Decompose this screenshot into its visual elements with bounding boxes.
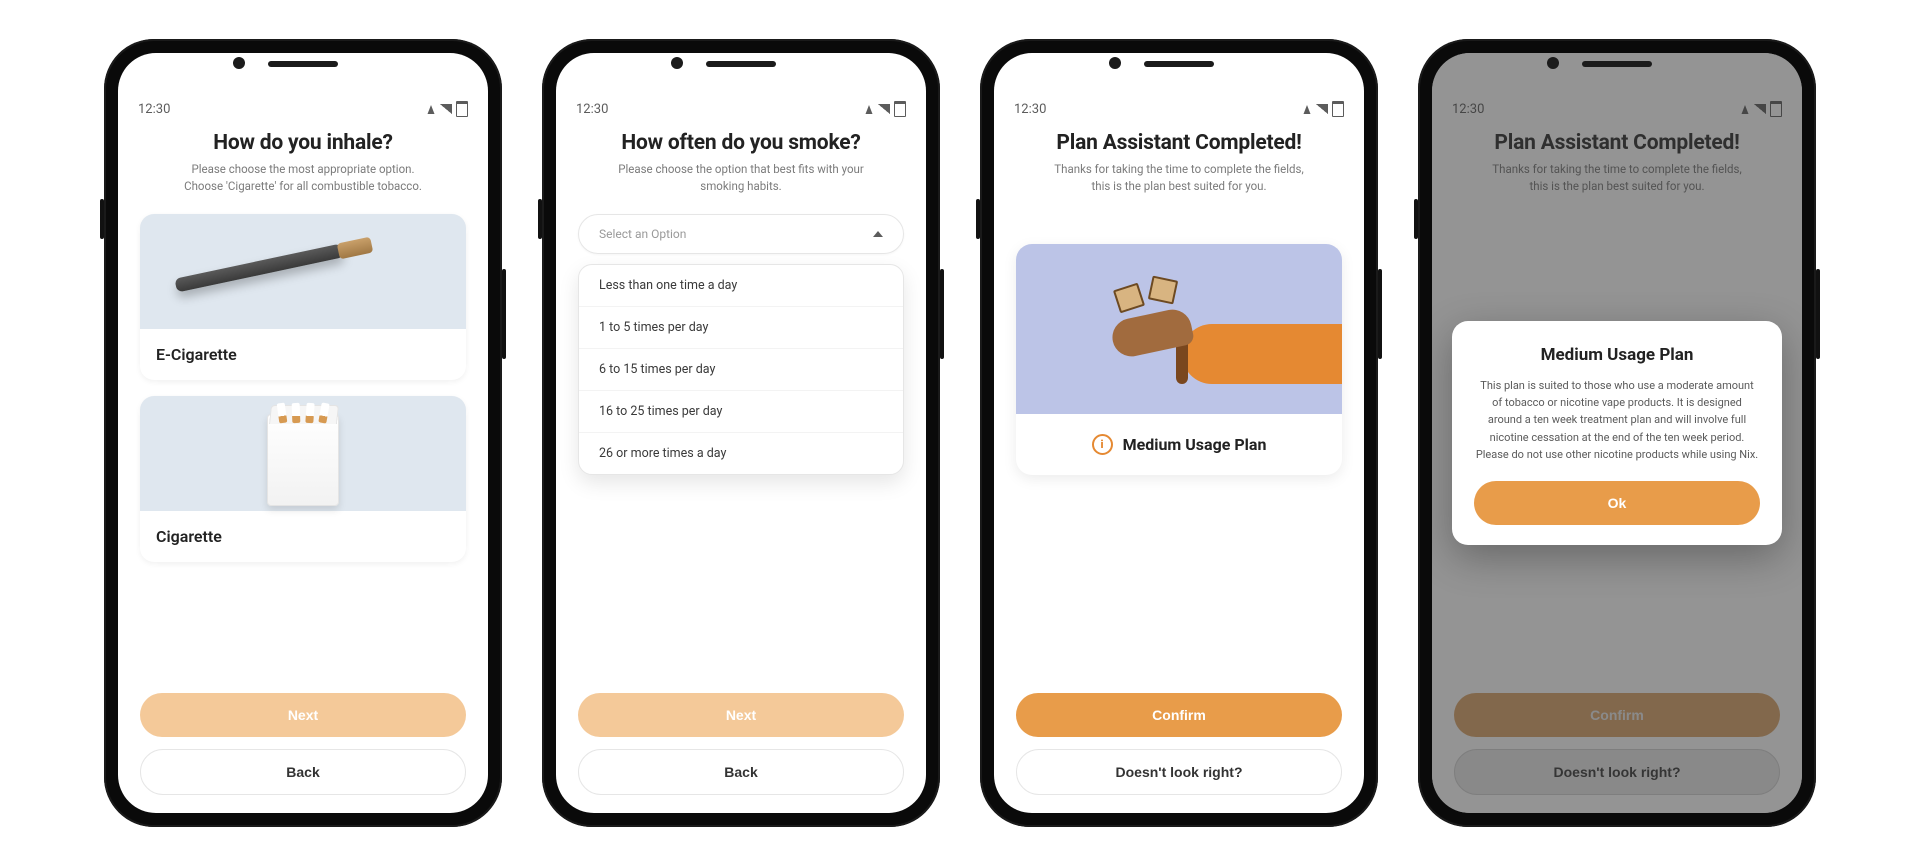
cigarette-pack-icon: [140, 396, 466, 511]
wifi-icon: [1304, 105, 1311, 114]
select-placeholder: Select an Option: [599, 227, 686, 241]
option-ecigarette[interactable]: E-Cigarette: [140, 214, 466, 380]
screen-1: 12:30 How do you inhale? Please choose t…: [118, 53, 488, 813]
dropdown-item[interactable]: 1 to 5 times per day: [579, 306, 903, 348]
status-icons: [1302, 101, 1344, 117]
option-label: Cigarette: [140, 511, 466, 562]
modal-title: Medium Usage Plan: [1474, 345, 1760, 365]
option-list: E-Cigarette Cigarette: [140, 214, 466, 562]
status-time: 12:30: [576, 102, 608, 117]
back-button[interactable]: Back: [578, 749, 904, 795]
content-3: Plan Assistant Completed! Thanks for tak…: [994, 121, 1364, 813]
status-icons: [426, 101, 468, 117]
phone-frame-2: 12:30 How often do you smoke? Please cho…: [542, 39, 940, 827]
page-title: Plan Assistant Completed!: [1016, 131, 1342, 155]
patch-icon: [1113, 283, 1145, 314]
info-icon: i: [1092, 434, 1113, 455]
back-button[interactable]: Back: [140, 749, 466, 795]
front-camera: [1547, 57, 1559, 69]
modal-ok-button[interactable]: Ok: [1474, 481, 1760, 525]
next-button[interactable]: Next: [578, 693, 904, 737]
page-header: How do you inhale? Please choose the mos…: [140, 121, 466, 194]
wifi-icon: [866, 105, 873, 114]
confirm-button[interactable]: Confirm: [1016, 693, 1342, 737]
option-label: E-Cigarette: [140, 329, 466, 380]
ecig-icon: [140, 214, 466, 329]
plan-title-row[interactable]: i Medium Usage Plan: [1016, 414, 1342, 475]
screen-2: 12:30 How often do you smoke? Please cho…: [556, 53, 926, 813]
modal-scrim[interactable]: Medium Usage Plan This plan is suited to…: [1432, 53, 1802, 813]
arm-icon: [1182, 324, 1342, 384]
status-time: 12:30: [1014, 102, 1046, 117]
phone-frame-3: 12:30 Plan Assistant Completed! Thanks f…: [980, 39, 1378, 827]
wifi-icon: [428, 105, 435, 114]
plan-card: i Medium Usage Plan: [1016, 244, 1342, 475]
earpiece: [1144, 61, 1214, 67]
page-title: How often do you smoke?: [578, 131, 904, 155]
plan-name: Medium Usage Plan: [1123, 435, 1267, 454]
dropdown-item[interactable]: Less than one time a day: [579, 265, 903, 306]
content-1: How do you inhale? Please choose the mos…: [118, 121, 488, 813]
status-icons: [864, 101, 906, 117]
chevron-up-icon: [873, 231, 883, 237]
frequency-dropdown: Less than one time a day 1 to 5 times pe…: [578, 264, 904, 475]
dropdown-item[interactable]: 6 to 15 times per day: [579, 348, 903, 390]
screen-3: 12:30 Plan Assistant Completed! Thanks f…: [994, 53, 1364, 813]
screen-4: 12:30 Plan Assistant Completed! Thanks f…: [1432, 53, 1802, 813]
earpiece: [1582, 61, 1652, 67]
dropdown-item[interactable]: 16 to 25 times per day: [579, 390, 903, 432]
page-header: How often do you smoke? Please choose th…: [578, 121, 904, 194]
modal-body: This plan is suited to those who use a m…: [1474, 377, 1760, 462]
page-header: Plan Assistant Completed! Thanks for tak…: [1016, 121, 1342, 194]
page-subtitle: Thanks for taking the time to complete t…: [1049, 161, 1309, 194]
content-2: How often do you smoke? Please choose th…: [556, 121, 926, 813]
plan-illustration: [1016, 244, 1342, 414]
next-button[interactable]: Next: [140, 693, 466, 737]
button-column: Next Back: [578, 693, 904, 795]
earpiece: [706, 61, 776, 67]
signal-icon: [440, 104, 452, 114]
frequency-select[interactable]: Select an Option: [578, 214, 904, 254]
page-subtitle: Please choose the most appropriate optio…: [173, 161, 433, 194]
front-camera: [233, 57, 245, 69]
option-cigarette[interactable]: Cigarette: [140, 396, 466, 562]
button-column: Confirm Doesn't look right?: [1016, 693, 1342, 795]
battery-icon: [1332, 101, 1344, 117]
doesnt-look-right-button[interactable]: Doesn't look right?: [1016, 749, 1342, 795]
stage: 12:30 How do you inhale? Please choose t…: [0, 0, 1920, 866]
earpiece: [268, 61, 338, 67]
battery-icon: [894, 101, 906, 117]
plan-info-modal: Medium Usage Plan This plan is suited to…: [1452, 321, 1782, 544]
button-column: Next Back: [140, 693, 466, 795]
phone-frame-4: 12:30 Plan Assistant Completed! Thanks f…: [1418, 39, 1816, 827]
signal-icon: [1316, 104, 1328, 114]
front-camera: [671, 57, 683, 69]
battery-icon: [456, 101, 468, 117]
patch-icon: [1148, 276, 1178, 305]
status-time: 12:30: [138, 102, 170, 117]
front-camera: [1109, 57, 1121, 69]
signal-icon: [878, 104, 890, 114]
phone-frame-1: 12:30 How do you inhale? Please choose t…: [104, 39, 502, 827]
page-subtitle: Please choose the option that best fits …: [611, 161, 871, 194]
dropdown-item[interactable]: 26 or more times a day: [579, 432, 903, 474]
page-title: How do you inhale?: [140, 131, 466, 155]
